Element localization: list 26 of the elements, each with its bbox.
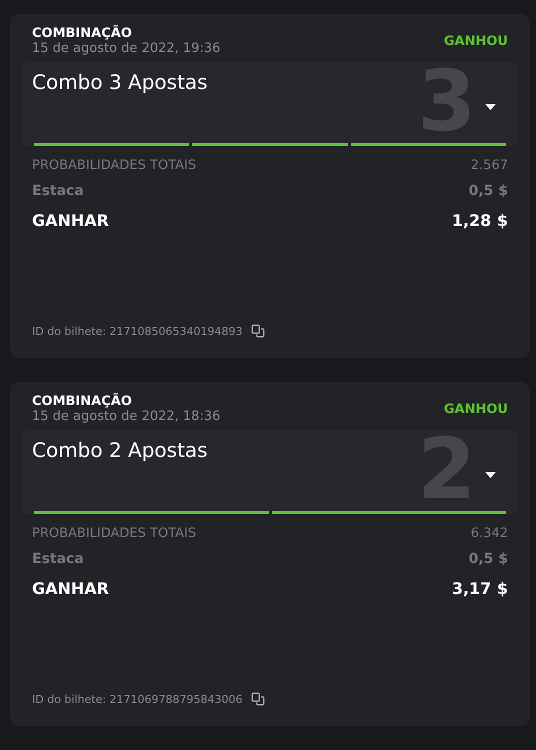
bet-date: 15 de agosto de 2022, 18:36 <box>32 409 220 424</box>
win-label: GANHAR <box>32 579 109 598</box>
bet-type: COMBINAÇÃO <box>32 26 133 41</box>
bet-type: COMBINAÇÃO <box>32 394 133 409</box>
caret-icon[interactable] <box>485 472 496 479</box>
stake-value: 0,5 $ <box>468 183 508 199</box>
copy-icon[interactable] <box>250 692 265 706</box>
ticket-id: ID do bilhete: 2171069788795843006 <box>32 692 243 706</box>
copy-icon[interactable] <box>250 324 265 338</box>
stake-label: Estaca <box>32 551 84 567</box>
combo-title: Combo 2 Apostas <box>32 438 208 462</box>
caret-icon[interactable] <box>485 104 496 111</box>
win-value: 1,28 $ <box>452 211 508 230</box>
bet-date: 15 de agosto de 2022, 19:36 <box>32 41 220 56</box>
win-value: 3,17 $ <box>452 579 508 598</box>
bet-status: GANHOU <box>444 402 508 416</box>
ticket-id: ID do bilhete: 2171085065340194893 <box>32 324 243 338</box>
stake-label: Estaca <box>32 183 84 199</box>
stake-value: 0,5 $ <box>468 551 508 567</box>
combo-title: Combo 3 Apostas <box>32 70 208 94</box>
odds-value: 2.567 <box>470 158 508 173</box>
win-label: GANHAR <box>32 211 109 230</box>
bet-status: GANHOU <box>444 34 508 48</box>
odds-label: PROBABILIDADES TOTAIS <box>32 158 196 173</box>
odds-value: 6.342 <box>470 526 508 541</box>
odds-label: PROBABILIDADES TOTAIS <box>32 526 196 541</box>
